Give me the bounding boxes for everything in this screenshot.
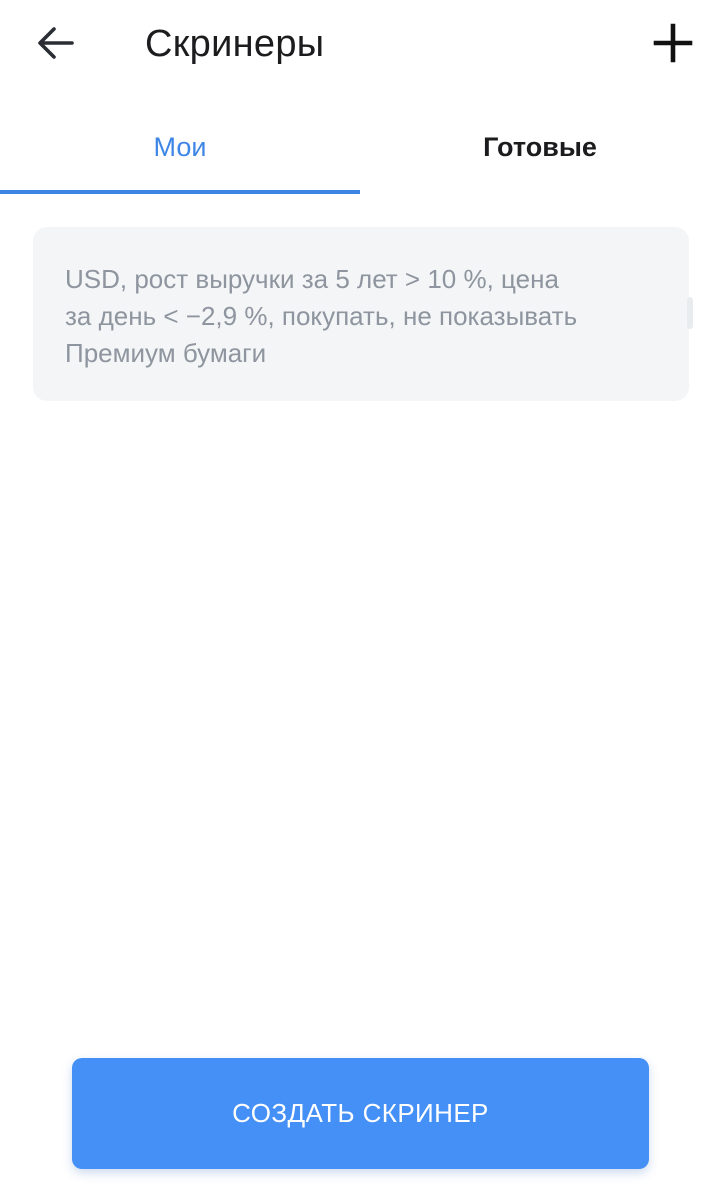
tab-bar: Мои Готовые	[0, 110, 720, 194]
top-app-bar: Скринеры	[0, 0, 720, 90]
active-tab-indicator	[0, 190, 360, 194]
create-screener-button[interactable]: СОЗДАТЬ СКРИНЕР	[72, 1058, 649, 1169]
tab-ready[interactable]: Готовые	[360, 110, 720, 194]
plus-icon	[653, 23, 693, 63]
page-title: Скринеры	[145, 23, 325, 65]
tab-mine-label: Мои	[153, 131, 207, 162]
swipe-action-hint	[687, 297, 693, 329]
arrow-left-icon	[38, 27, 74, 59]
screeners-screen: Скринеры Мои Готовые USD, рост выручки з…	[0, 0, 720, 1200]
screener-card[interactable]: USD, рост выручки за 5 лет > 10 %, цена …	[33, 227, 693, 401]
tab-mine[interactable]: Мои	[0, 110, 360, 194]
screener-description-line: USD, рост выручки за 5 лет > 10 %, цена	[65, 264, 559, 294]
screener-description-line: Премиум бумаги	[65, 338, 267, 368]
screener-description: USD, рост выручки за 5 лет > 10 %, цена …	[65, 261, 645, 372]
back-button[interactable]	[30, 20, 82, 66]
add-screener-button[interactable]	[648, 18, 698, 68]
tab-ready-label: Готовые	[483, 131, 597, 162]
screener-description-line: за день < −2,9 %, покупать, не показыват…	[65, 301, 578, 331]
